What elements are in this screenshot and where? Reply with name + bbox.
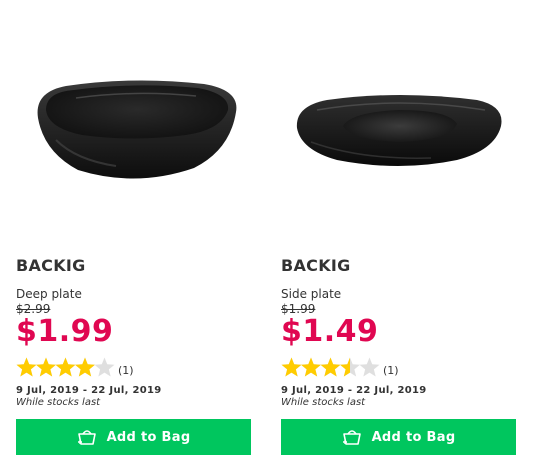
- deep-plate-image: [37, 80, 237, 179]
- add-to-bag-label: Add to Bag: [106, 429, 191, 445]
- side-plate-image: [296, 95, 502, 166]
- shopping-bag-icon: [77, 430, 96, 445]
- star-empty-icon: [94, 357, 115, 377]
- product-card[interactable]: BACKIG Side plate $1.99 $1.49 (1) 9 Jul,…: [281, 0, 516, 472]
- product-card[interactable]: BACKIG Deep plate $2.99 $1.99 (1) 9 Jul,…: [16, 0, 251, 472]
- product-name[interactable]: BACKIG: [281, 256, 351, 275]
- add-to-bag-button[interactable]: Add to Bag: [16, 419, 251, 455]
- offer-dates: 9 Jul, 2019 - 22 Jul, 2019: [281, 385, 427, 396]
- product-description: Side plate: [281, 287, 342, 301]
- review-count[interactable]: (1): [118, 364, 134, 377]
- current-price: $1.49: [281, 314, 379, 349]
- star-filled-icon: [281, 357, 302, 377]
- rating-stars-icon: [281, 357, 380, 377]
- star-filled-icon: [16, 357, 37, 377]
- current-price: $1.99: [16, 314, 114, 349]
- add-to-bag-button[interactable]: Add to Bag: [281, 419, 516, 455]
- product-description: Deep plate: [16, 287, 82, 301]
- rating-stars-icon: [16, 357, 115, 377]
- product-image[interactable]: [281, 0, 516, 240]
- product-name[interactable]: BACKIG: [16, 256, 86, 275]
- star-filled-icon: [36, 357, 56, 377]
- star-filled-icon: [75, 357, 95, 377]
- star-filled-icon: [55, 357, 76, 377]
- stock-note: While stocks last: [281, 397, 366, 408]
- product-image[interactable]: [16, 0, 251, 240]
- review-count[interactable]: (1): [383, 364, 399, 377]
- stock-note: While stocks last: [16, 397, 101, 408]
- add-to-bag-label: Add to Bag: [371, 429, 456, 445]
- star-filled-icon: [320, 357, 341, 377]
- offer-dates: 9 Jul, 2019 - 22 Jul, 2019: [16, 385, 162, 396]
- star-empty-icon: [359, 357, 380, 377]
- star-filled-icon: [301, 357, 321, 377]
- shopping-bag-icon: [342, 430, 361, 445]
